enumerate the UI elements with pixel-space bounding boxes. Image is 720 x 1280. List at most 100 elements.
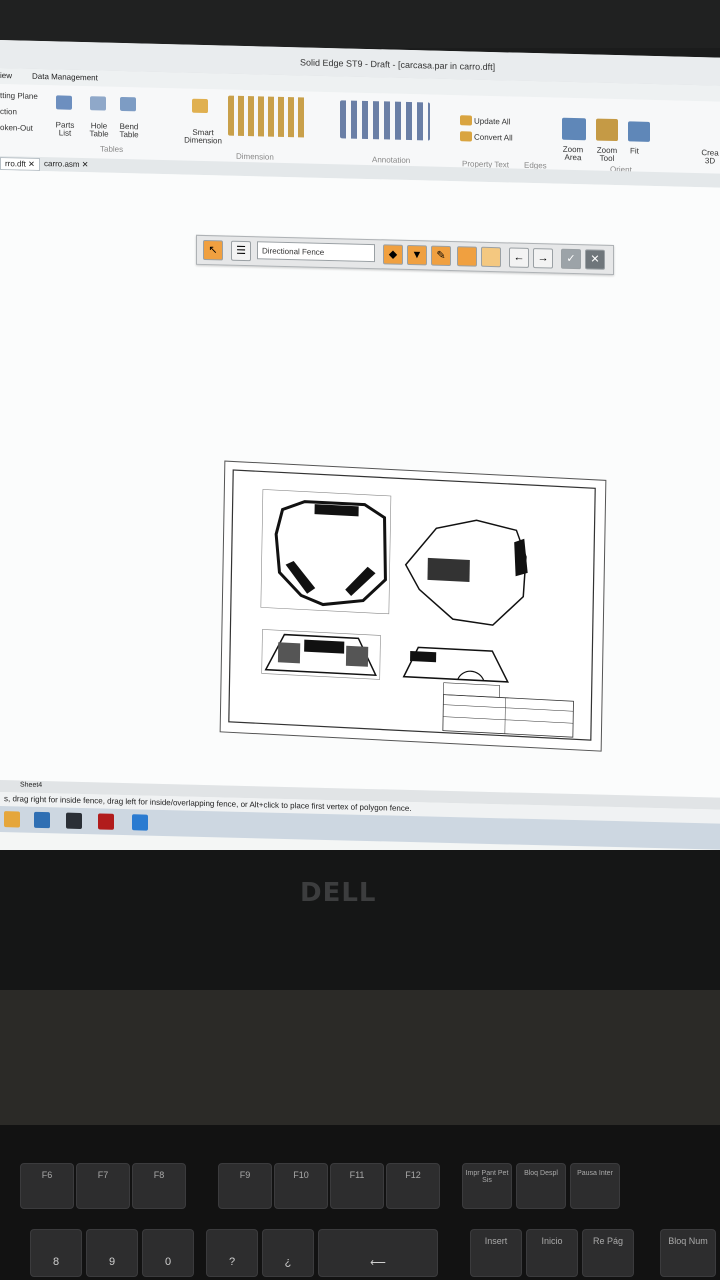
hole-table-button[interactable]: Hole Table xyxy=(84,121,114,139)
accept-check-icon[interactable]: ✓ xyxy=(561,248,581,270)
tab-sheet4[interactable]: Sheet4 xyxy=(20,781,42,789)
key-label: Bloq Num xyxy=(668,1236,708,1246)
monitor-bottom-bezel xyxy=(0,850,720,990)
annotation-tools-icon[interactable] xyxy=(340,100,430,141)
convert-all-button[interactable]: Convert All xyxy=(474,133,513,143)
key-pause[interactable]: Pausa Inter xyxy=(570,1163,620,1209)
highlight-icon[interactable] xyxy=(457,246,477,267)
key-label: F7 xyxy=(97,1170,109,1180)
key-label: 0 xyxy=(164,1256,172,1268)
dimension-group-label: Dimension xyxy=(236,151,274,162)
tab-label: rro.dft xyxy=(5,159,26,169)
bend-table-button[interactable]: Bend Table xyxy=(114,122,144,140)
key-f11[interactable]: F11 xyxy=(330,1163,384,1209)
key-scroll-lock[interactable]: Bloq Despl xyxy=(516,1163,566,1209)
ribbon-broken-out[interactable]: oken-Out xyxy=(0,123,33,133)
edit-icon[interactable]: ✎ xyxy=(431,245,451,267)
key-label: ¿ xyxy=(284,1256,292,1268)
key-inverted-question[interactable]: ¿ xyxy=(262,1229,314,1277)
key-label: F12 xyxy=(405,1170,421,1180)
fence-mode-select[interactable]: Directional Fence xyxy=(257,241,375,263)
nx-icon[interactable] xyxy=(98,813,114,830)
select-arrow-icon[interactable]: ↖ xyxy=(203,239,223,261)
tab-carro-asm[interactable]: carro.asm ✕ xyxy=(40,158,93,170)
keyboard: F6 F7 F8 F9 F10 F11 F12 Impr Pant Pet Si… xyxy=(0,1125,720,1280)
key-f6[interactable]: F6 xyxy=(20,1163,74,1209)
calculator-icon[interactable] xyxy=(66,812,82,830)
close-icon[interactable]: ✕ xyxy=(585,249,605,270)
layer-icon[interactable] xyxy=(481,246,501,268)
parts-list-icon[interactable] xyxy=(56,95,72,110)
file-explorer-icon[interactable] xyxy=(4,811,20,828)
zoom-tool-button[interactable]: Zoom Tool xyxy=(592,146,622,163)
app-c-icon[interactable] xyxy=(132,814,148,831)
key-label: 9 xyxy=(108,1256,116,1268)
tables-group-label: Tables xyxy=(100,144,124,155)
parts-list-button[interactable]: Parts List xyxy=(50,120,80,138)
smart-dimension-icon[interactable] xyxy=(192,98,208,114)
zoom-tool-icon[interactable] xyxy=(596,118,618,142)
top-view xyxy=(260,489,392,615)
key-home[interactable]: Inicio xyxy=(526,1229,578,1277)
fit-icon[interactable] xyxy=(628,121,650,142)
create-3d-button[interactable]: Crea 3D xyxy=(700,148,720,165)
front-view xyxy=(261,629,381,680)
key-f10[interactable]: F10 xyxy=(274,1163,328,1209)
update-all-button[interactable]: Update All xyxy=(474,117,510,127)
key-label: Impr Pant Pet Sis xyxy=(465,1170,509,1184)
fit-button[interactable]: Fit xyxy=(630,146,639,155)
key-label: F8 xyxy=(153,1170,165,1180)
select-command-bar: ↖ ☰ Directional Fence ◆ ▼ ✎ ← → ✓ ✕ xyxy=(196,234,614,276)
key-f7[interactable]: F7 xyxy=(76,1163,130,1209)
next-arrow-icon[interactable]: → xyxy=(533,248,553,269)
filter-icon[interactable]: ▼ xyxy=(407,244,427,266)
key-label: Pausa Inter xyxy=(577,1170,613,1177)
key-label: F6 xyxy=(41,1170,53,1180)
solid-edge-icon[interactable] xyxy=(34,811,50,829)
menu-item-data-management[interactable]: Data Management xyxy=(32,72,98,83)
tab-label: carro.asm xyxy=(44,159,80,169)
annotation-group-label: Annotation xyxy=(372,155,411,166)
zoom-area-icon[interactable] xyxy=(562,117,586,141)
hole-table-icon[interactable] xyxy=(90,96,106,111)
key-f9[interactable]: F9 xyxy=(218,1163,272,1209)
key-question[interactable]: ? xyxy=(206,1229,258,1277)
key-8[interactable]: 8 xyxy=(30,1229,82,1277)
desk-surface xyxy=(0,990,720,1140)
smart-dimension-button[interactable]: Smart Dimension xyxy=(178,128,228,146)
key-0[interactable]: 0 xyxy=(142,1229,194,1277)
update-all-icon[interactable] xyxy=(460,115,472,126)
select-options-icon[interactable]: ☰ xyxy=(231,240,251,262)
ribbon-cutting-plane[interactable]: tting Plane xyxy=(0,91,38,101)
monitor-screen: Solid Edge ST9 - Draft - [carcasa.par in… xyxy=(0,40,720,898)
fence-option-icon[interactable]: ◆ xyxy=(383,244,403,265)
bend-table-icon[interactable] xyxy=(120,96,136,112)
key-print-screen[interactable]: Impr Pant Pet Sis xyxy=(462,1163,512,1209)
key-num-lock[interactable]: Bloq Num xyxy=(660,1229,716,1277)
drawing-views xyxy=(228,469,596,741)
ribbon-section[interactable]: ction xyxy=(0,107,17,116)
key-f12[interactable]: F12 xyxy=(386,1163,440,1209)
key-f8[interactable]: F8 xyxy=(132,1163,186,1209)
drawing-canvas[interactable]: ↖ ☰ Directional Fence ◆ ▼ ✎ ← → ✓ ✕ xyxy=(0,170,720,798)
key-9[interactable]: 9 xyxy=(86,1229,138,1277)
key-label: Inicio xyxy=(541,1236,563,1246)
convert-all-icon[interactable] xyxy=(460,131,472,142)
key-label: F9 xyxy=(239,1170,251,1180)
key-label: ? xyxy=(228,1256,236,1268)
monitor-logo: DELL xyxy=(300,878,377,908)
drawing-sheet[interactable] xyxy=(219,460,607,752)
key-backspace[interactable]: ⟵ xyxy=(318,1229,438,1277)
previous-arrow-icon[interactable]: ← xyxy=(509,247,529,268)
key-label: Insert xyxy=(484,1236,508,1246)
menu-item-view[interactable]: iew xyxy=(0,71,12,80)
zoom-area-button[interactable]: Zoom Area xyxy=(558,145,588,163)
tab-carro-dft[interactable]: rro.dft ✕ xyxy=(0,157,40,171)
backspace-arrow-icon: ⟵ xyxy=(370,1257,386,1269)
key-label: F11 xyxy=(349,1170,365,1180)
dimension-tools-icon[interactable] xyxy=(228,95,308,138)
side-view xyxy=(402,646,509,683)
key-insert[interactable]: Insert xyxy=(470,1229,522,1277)
isometric-view xyxy=(404,519,528,626)
key-page-up[interactable]: Re Pág xyxy=(582,1229,634,1277)
